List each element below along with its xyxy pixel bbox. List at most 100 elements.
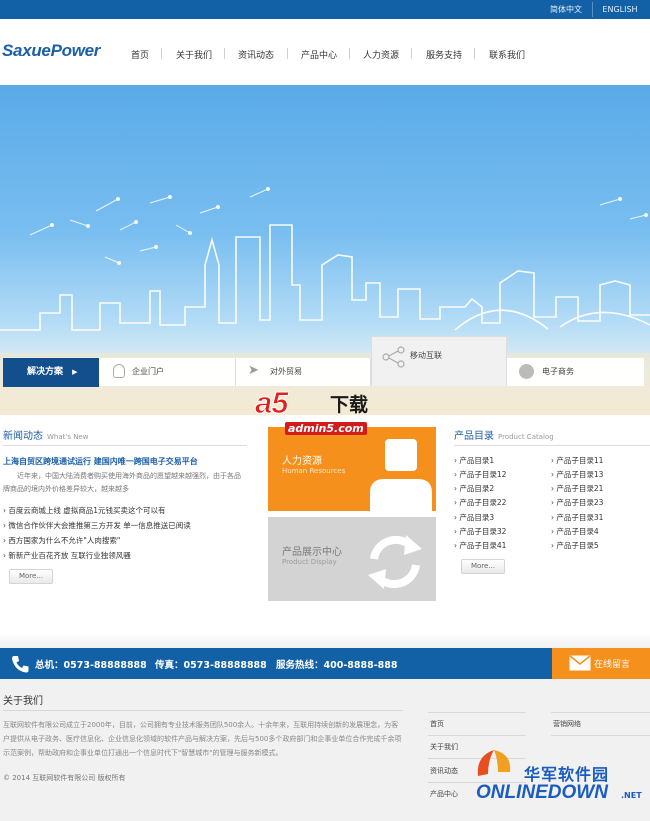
- catalog-item[interactable]: › 产品子目录41: [454, 540, 506, 551]
- footer-link-divider: [551, 712, 650, 713]
- nav-home[interactable]: 首页: [131, 48, 149, 61]
- nav-hr[interactable]: 人力资源: [363, 48, 399, 61]
- lang-english-link[interactable]: ENGLISH: [594, 0, 646, 19]
- nav-divider: [349, 48, 350, 59]
- a5-watermark-logo: a5: [254, 385, 289, 420]
- footer-link-products[interactable]: 产品中心: [430, 789, 458, 799]
- catalog-item[interactable]: › 产品子目录23: [551, 497, 603, 508]
- catalog-item[interactable]: › 产品目录2: [454, 483, 494, 494]
- catalog-title: 产品目录: [454, 431, 494, 442]
- catalog-item[interactable]: › 产品子目录32: [454, 526, 506, 537]
- news-item[interactable]: › 西方国家为什么不允许"人肉搜索": [3, 535, 120, 546]
- catalog-item[interactable]: › 产品子目录31: [551, 512, 603, 523]
- share-nodes-icon: [382, 346, 405, 368]
- lang-chinese-link[interactable]: 简体中文: [541, 0, 591, 19]
- nav-support[interactable]: 服务支持: [426, 48, 462, 61]
- onlinedown-watermark: 华军软件园 ONLINEDOWN .NET: [468, 740, 650, 821]
- product-display-title: 产品展示中心: [282, 547, 342, 558]
- tab-ecommerce[interactable]: 电子商务: [507, 358, 644, 386]
- footer-divider: [3, 710, 403, 711]
- catalog-item[interactable]: › 产品子目录22: [454, 497, 506, 508]
- footer-link-home[interactable]: 首页: [430, 719, 444, 729]
- phone-icon: [12, 656, 29, 673]
- onlinedown-watermark-net: .NET: [621, 791, 642, 800]
- top-bar: 简体中文 ENGLISH: [0, 0, 650, 19]
- catalog-item[interactable]: › 产品子目录11: [551, 455, 603, 466]
- catalog-item[interactable]: › 产品子目录4: [551, 526, 599, 537]
- hotline-label: 服务热线：: [276, 660, 324, 671]
- product-display-subtitle: Product Display: [282, 558, 337, 566]
- onlinedown-watermark-en: ONLINEDOWN: [476, 782, 608, 803]
- solution-main-tab[interactable]: 解决方案 ▶: [3, 358, 99, 387]
- tab-foreign-trade[interactable]: ➤ 对外贸易: [236, 358, 371, 386]
- fax-number: 0573-88888888: [183, 660, 267, 671]
- fax-info: 传真：0573-88888888: [155, 657, 267, 671]
- solution-tabs: 解决方案 ▶ 企业门户 ➤ 对外贸易 移动互联 电子商务: [0, 336, 650, 388]
- footer-about-text: 互联网软件有限公司成立于2000年，目前，公司拥有专业技术服务团队500余人。十…: [3, 721, 402, 757]
- footer-link-about[interactable]: 关于我们: [430, 742, 458, 752]
- hotline-info: 服务热线：400-8888-888: [276, 657, 398, 671]
- news-divider: [3, 445, 247, 446]
- lang-divider: [592, 2, 593, 17]
- a5-watermark-url: admin5.com: [285, 422, 367, 435]
- news-item[interactable]: › 百度云商城上线 虚拟商品1元钱买卖这个可以有: [3, 505, 166, 516]
- person-icon: [370, 439, 432, 511]
- footer-link-news[interactable]: 资讯动态: [430, 766, 458, 776]
- catalog-item[interactable]: › 产品子目录12: [454, 469, 506, 480]
- aperture-icon: [519, 364, 534, 379]
- solution-main-label: 解决方案: [27, 367, 64, 377]
- footer-link-divider: [428, 712, 526, 713]
- hotline-number: 400-8888-888: [323, 660, 398, 671]
- nav-divider: [287, 48, 288, 59]
- chevron-right-icon: ▶: [72, 368, 78, 376]
- footer-link-divider: [428, 735, 526, 736]
- news-summary: 近年来，中国大陆消费者购买使用海外商品的愿望越来越强烈，由于各品牌商品的境内外价…: [3, 472, 241, 493]
- phone-number: 0573-88888888: [63, 660, 147, 671]
- tab-label: 电子商务: [542, 367, 574, 376]
- online-message-label[interactable]: 在线留言: [594, 657, 630, 670]
- catalog-divider: [454, 445, 650, 446]
- fax-label: 传真：: [155, 660, 184, 671]
- footer-link-network[interactable]: 营销网络: [553, 719, 581, 729]
- copyright: © 2014 互联网软件有限公司 版权所有: [3, 774, 126, 782]
- news-section-title: 新闻动态 What's New: [3, 427, 88, 442]
- catalog-item[interactable]: › 产品目录1: [454, 455, 494, 466]
- rocket-icon: ➤: [248, 363, 259, 378]
- catalog-item[interactable]: › 产品子目录13: [551, 469, 603, 480]
- news-headline[interactable]: 上海自贸区跨境通试运行 建国内唯一跨国电子交易平台: [3, 456, 243, 467]
- a5-watermark: a5 下载 admin5.com: [254, 385, 400, 438]
- nav-products[interactable]: 产品中心: [301, 48, 337, 61]
- news-item[interactable]: › 微信合作伙伴大会推推第三方开发 单一信息推送已阅读: [3, 520, 191, 531]
- news-subtitle: What's New: [47, 433, 89, 441]
- catalog-item[interactable]: › 产品子目录5: [551, 540, 599, 551]
- tab-enterprise-portal[interactable]: 企业门户: [99, 358, 236, 386]
- hr-tile-title: 人力资源: [282, 456, 322, 467]
- news-more-button[interactable]: More...: [9, 569, 53, 584]
- nav-about[interactable]: 关于我们: [176, 48, 212, 61]
- news-item[interactable]: › 新新产业百花齐放 互联行业独领风骚: [3, 550, 131, 561]
- nav-news[interactable]: 资讯动态: [238, 48, 274, 61]
- phone-label: 总机：: [35, 660, 64, 671]
- footer-about-title: 关于我们: [3, 696, 43, 707]
- refresh-icon: [368, 535, 422, 589]
- lightbulb-icon: [113, 364, 125, 378]
- catalog-item[interactable]: › 产品目录3: [454, 512, 494, 523]
- phone-info: 总机：0573-88888888: [35, 657, 147, 671]
- tab-label: 移动互联: [410, 351, 442, 360]
- catalog-more-button[interactable]: More...: [461, 559, 505, 574]
- contact-shadow: [0, 632, 650, 648]
- site-logo[interactable]: SaxuePower: [2, 41, 100, 61]
- hr-tile-subtitle: Human Resources: [282, 467, 346, 475]
- tab-label: 企业门户: [132, 367, 164, 376]
- envelope-icon: [569, 655, 591, 671]
- footer-link-divider: [551, 735, 650, 736]
- tab-label: 对外贸易: [270, 367, 302, 376]
- header: SaxuePower 首页 关于我们 资讯动态 产品中心 人力资源 服务支持 联…: [0, 19, 650, 85]
- nav-contact[interactable]: 联系我们: [489, 48, 525, 61]
- catalog-subtitle: Product Catalog: [498, 433, 554, 441]
- catalog-section-title: 产品目录 Product Catalog: [454, 427, 554, 442]
- tab-mobile-internet[interactable]: 移动互联: [371, 336, 507, 386]
- a5-watermark-text: 下载: [330, 394, 369, 416]
- nav-divider: [411, 48, 412, 59]
- catalog-item[interactable]: › 产品子目录21: [551, 483, 603, 494]
